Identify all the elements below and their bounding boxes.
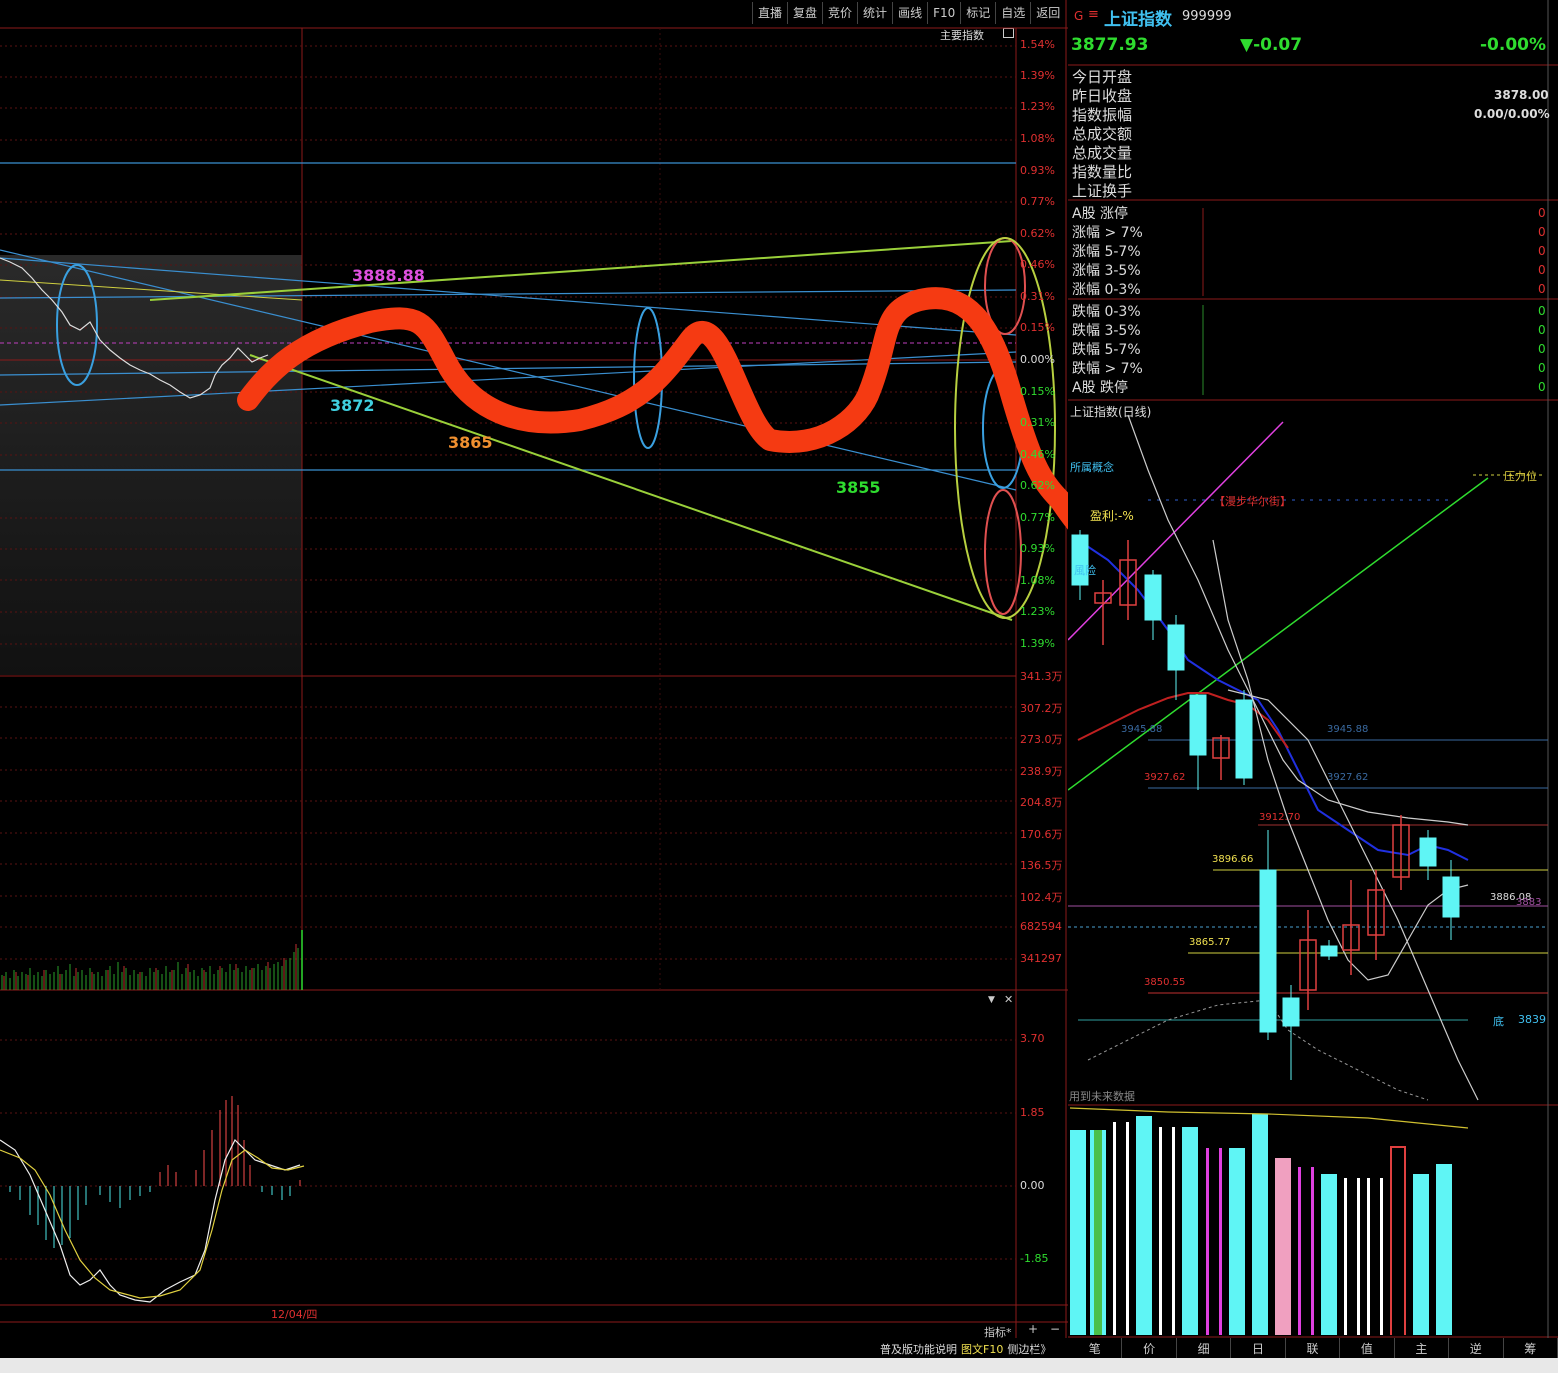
up-count: 0 — [1538, 263, 1546, 277]
annotation-3888: 3888.88 — [352, 266, 425, 285]
level-label: 3945.88 — [1327, 724, 1369, 735]
down-row-5-7: 跌幅 5-7% — [1072, 342, 1141, 358]
down-row-3-5: 跌幅 3-5% — [1072, 323, 1141, 339]
level-label: 3927.62 — [1327, 772, 1369, 783]
collapse-icon[interactable]: ▼ — [988, 995, 995, 1005]
up-count: 0 — [1538, 206, 1546, 220]
level-label: 3865.77 — [1189, 937, 1231, 948]
down-count: 0 — [1538, 380, 1546, 394]
down-count: 0 — [1538, 342, 1546, 356]
stat-prevclose-value: 3878.00 — [1494, 88, 1549, 102]
level-label: 3927.62 — [1144, 772, 1186, 783]
level-label: 3912.70 — [1259, 812, 1301, 823]
date-label: 12/04/四 — [271, 1308, 318, 1321]
footer-f10-link[interactable]: 图文F10 — [961, 1341, 1003, 1357]
up-row-7: 涨幅 > 7% — [1072, 225, 1143, 241]
annotation-3865: 3865 — [448, 433, 493, 452]
right-tabs: 笔 价 细 日 联 值 主 逆 筹 — [1068, 1338, 1558, 1360]
level-label: 3896.66 — [1212, 854, 1254, 865]
level-label: 3945.88 — [1121, 724, 1163, 735]
menu-icon[interactable]: ≡ — [1088, 7, 1099, 22]
up-count: 0 — [1538, 244, 1546, 258]
up-count: 0 — [1538, 282, 1546, 296]
current-price: 3877.93 — [1071, 35, 1149, 55]
volume-axis: 341.3万 307.2万 273.0万 238.9万 204.8万 170.6… — [1020, 0, 1066, 990]
tab-chips[interactable]: 筹 — [1504, 1338, 1558, 1360]
tab-link[interactable]: 联 — [1286, 1338, 1341, 1360]
vol-tick: 102.4万 — [1020, 891, 1063, 904]
indicator-button[interactable]: 指标* — [984, 1324, 1012, 1340]
footer-help-link[interactable]: 普及版功能说明 — [880, 1341, 957, 1357]
price-change: ▼-0.07 — [1240, 35, 1303, 55]
vol-tick: 136.5万 — [1020, 859, 1063, 872]
tab-detail[interactable]: 细 — [1177, 1338, 1232, 1360]
down-count: 0 — [1538, 323, 1546, 337]
tab-bi[interactable]: 笔 — [1068, 1338, 1123, 1360]
news-label[interactable]: 【漫步华尔街】 — [1214, 493, 1291, 509]
profit-label: 盈利:-% — [1090, 509, 1134, 523]
pressure-label: 压力位 — [1504, 470, 1537, 483]
stat-volratio-label: 指数量比 — [1072, 163, 1133, 181]
tab-reverse[interactable]: 逆 — [1449, 1338, 1504, 1360]
stat-amount-label: 总成交额 — [1072, 125, 1133, 143]
footer-sidebar-link[interactable]: 侧边栏》 — [1007, 1341, 1051, 1357]
kline-title: 上证指数(日线) — [1070, 405, 1152, 419]
tab-day[interactable]: 日 — [1231, 1338, 1286, 1360]
security-flag: G — [1074, 9, 1084, 23]
right-info-panel: G ≡ 上证指数 999999 3877.93 ▼-0.07 -0.00% 今日… — [1068, 0, 1558, 1373]
down-row-0-3: 跌幅 0-3% — [1072, 304, 1141, 320]
future-data-label: 用到未来数据 — [1069, 1090, 1135, 1103]
level-label: 3839 — [1518, 1013, 1546, 1026]
macd-tick: -1.85 — [1020, 1252, 1049, 1265]
vol-tick: 307.2万 — [1020, 702, 1063, 715]
stat-open-label: 今日开盘 — [1072, 68, 1133, 86]
vol-tick: 238.9万 — [1020, 765, 1063, 778]
tab-price[interactable]: 价 — [1122, 1338, 1177, 1360]
vol-tick: 341297 — [1020, 952, 1062, 965]
down-row-7: 跌幅 > 7% — [1072, 361, 1143, 377]
up-row-0-3: 涨幅 0-3% — [1072, 282, 1141, 298]
level-label: 3883 — [1516, 897, 1542, 908]
down-row-limit: A股 跌停 — [1072, 380, 1129, 396]
macd-tick: 1.85 — [1020, 1106, 1045, 1119]
down-count: 0 — [1538, 304, 1546, 318]
main-chart-area[interactable] — [0, 0, 1068, 1338]
down-count: 0 — [1538, 361, 1546, 375]
security-name: 上证指数 — [1104, 10, 1172, 30]
stat-prevclose-label: 昨日收盘 — [1072, 87, 1133, 105]
stat-amplitude-label: 指数振幅 — [1072, 106, 1133, 124]
up-row-3-5: 涨幅 3-5% — [1072, 263, 1141, 279]
vol-tick: 273.0万 — [1020, 733, 1063, 746]
zoom-in-button[interactable]: + — [1028, 1322, 1038, 1336]
up-count: 0 — [1538, 225, 1546, 239]
level-label: 3850.55 — [1144, 977, 1186, 988]
price-change-pct: -0.00% — [1480, 35, 1547, 55]
window-bottom-strip — [0, 1358, 1558, 1373]
vol-tick: 204.8万 — [1020, 796, 1063, 809]
security-code: 999999 — [1182, 9, 1232, 24]
up-row-5-7: 涨幅 5-7% — [1072, 244, 1141, 260]
annotation-3855: 3855 — [836, 478, 881, 497]
zoom-out-button[interactable]: − — [1050, 1322, 1060, 1336]
macd-axis: 3.70 1.85 0.00 -1.85 — [1020, 990, 1066, 1310]
bottom-label: 底 — [1493, 1015, 1504, 1028]
stat-turnover-label: 上证换手 — [1072, 182, 1133, 200]
concept-label[interactable]: 所属概念 — [1070, 459, 1114, 475]
macd-tick: 3.70 — [1020, 1032, 1045, 1045]
footer-links: 普及版功能说明 图文F10 侧边栏》 — [880, 1341, 1051, 1357]
annotation-3872: 3872 — [330, 396, 375, 415]
stat-amplitude-value: 0.00/0.00% — [1474, 107, 1550, 121]
vol-tick: 341.3万 — [1020, 670, 1063, 683]
vol-tick: 682594 — [1020, 920, 1062, 933]
right-panel-lines — [1068, 0, 1558, 1338]
vol-tick: 170.6万 — [1020, 828, 1063, 841]
up-row-limit: A股 涨停 — [1072, 206, 1129, 222]
stat-volume-label: 总成交量 — [1072, 144, 1133, 162]
close-icon[interactable]: ✕ — [1004, 993, 1013, 1006]
tab-main[interactable]: 主 — [1395, 1338, 1450, 1360]
macd-tick: 0.00 — [1020, 1179, 1045, 1192]
tab-value[interactable]: 值 — [1340, 1338, 1395, 1360]
risk-label: 風险 — [1074, 564, 1096, 577]
